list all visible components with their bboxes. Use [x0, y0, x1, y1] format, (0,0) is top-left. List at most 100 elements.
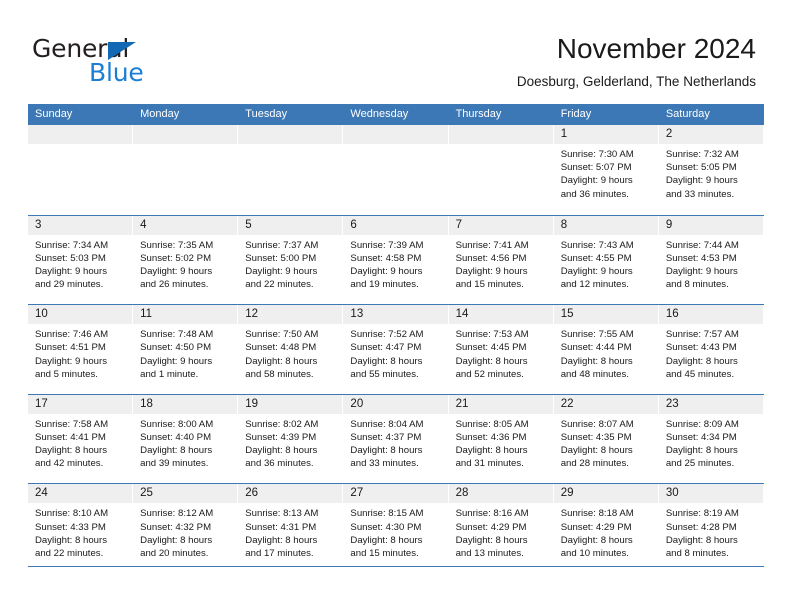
day-detail-line: Daylight: 9 hours	[140, 355, 213, 367]
day-detail-line: Daylight: 8 hours	[560, 445, 633, 457]
day-detail-line: Sunrise: 7:34 AM	[35, 239, 109, 251]
day-cell-14[interactable]: 14 Sunrise: 7:53 AM Sunset: 4:45 PM Dayligh…	[448, 305, 554, 394]
day-details	[449, 144, 554, 148]
day-number-band: 28	[448, 484, 554, 504]
day-number: 26	[245, 487, 259, 500]
day-detail-line: Sunrise: 7:39 AM	[350, 239, 424, 251]
day-detail-line: Sunrise: 8:12 AM	[140, 508, 214, 520]
day-number-band	[448, 125, 554, 144]
day-cell-3[interactable]: 3 Sunrise: 7:34 AM Sunset: 5:03 PM Daylight…	[28, 215, 134, 305]
calendar-weeks: 1 Sunrise: 7:30 AM Sunset: 5:07 PM Daylight…	[28, 125, 764, 573]
day-details: Sunrise: 8:00 AM Sunset: 4:40 PM Daylight:…	[133, 414, 238, 471]
day-number-band: 7	[448, 215, 554, 235]
day-detail-line: Daylight: 9 hours	[35, 355, 107, 367]
day-number-band: 14	[448, 305, 554, 325]
day-cell-12[interactable]: 12 Sunrise: 7:50 AM Sunset: 4:48 PM Dayligh…	[238, 305, 344, 394]
day-detail-line: Daylight: 8 hours	[455, 445, 528, 457]
day-details: Sunrise: 8:19 AM Sunset: 4:28 PM Daylight:…	[659, 503, 764, 560]
day-cell-27[interactable]: 27 Sunrise: 8:15 AM Sunset: 4:30 PM Dayligh…	[343, 484, 449, 573]
day-detail-line: and 33 minutes.	[350, 458, 419, 470]
day-number: 19	[245, 397, 259, 410]
day-detail-line: and 8 minutes.	[665, 279, 729, 291]
day-cell-19[interactable]: 19 Sunrise: 8:02 AM Sunset: 4:39 PM Dayligh…	[238, 394, 344, 484]
day-number-band	[28, 125, 134, 144]
day-cell-30[interactable]: 30 Sunrise: 8:19 AM Sunset: 4:28 PM Dayligh…	[658, 484, 764, 573]
weekday-header-tuesday: Tuesday	[245, 108, 288, 120]
day-number-band: 6	[343, 215, 449, 235]
day-details: Sunrise: 8:09 AM Sunset: 4:34 PM Daylight:…	[659, 414, 764, 471]
day-cell-23[interactable]: 23 Sunrise: 8:09 AM Sunset: 4:34 PM Dayligh…	[658, 394, 764, 484]
day-cell-15[interactable]: 15 Sunrise: 7:55 AM Sunset: 4:44 PM Dayligh…	[553, 305, 659, 394]
day-cell-17[interactable]: 17 Sunrise: 7:58 AM Sunset: 4:41 PM Dayligh…	[28, 394, 134, 484]
day-cell-16[interactable]: 16 Sunrise: 7:57 AM Sunset: 4:43 PM Dayligh…	[658, 305, 764, 394]
day-detail-line: Daylight: 9 hours	[140, 266, 213, 277]
day-number-band: 9	[658, 215, 764, 235]
day-number-band: 26	[238, 484, 344, 504]
day-detail-line: Sunset: 4:44 PM	[560, 342, 632, 354]
day-detail-line: and 13 minutes.	[455, 547, 524, 559]
day-number: 4	[140, 218, 147, 231]
day-detail-line: Sunrise: 7:35 AM	[140, 239, 214, 251]
day-detail-line: Daylight: 8 hours	[350, 355, 423, 367]
day-detail-line: and 31 minutes.	[455, 458, 524, 470]
day-number: 29	[560, 487, 574, 500]
day-detail-line: Sunrise: 7:30 AM	[560, 149, 634, 160]
day-detail-line: Sunrise: 7:52 AM	[350, 329, 424, 341]
day-detail-line: Sunrise: 7:43 AM	[560, 239, 634, 251]
day-detail-line: Sunset: 4:29 PM	[560, 521, 632, 533]
day-number: 1	[560, 128, 568, 140]
day-detail-line: Sunrise: 7:48 AM	[140, 329, 214, 341]
day-details: Sunrise: 7:58 AM Sunset: 4:41 PM Daylight:…	[28, 414, 133, 471]
day-number: 10	[35, 308, 48, 321]
day-cell-7[interactable]: 7 Sunrise: 7:41 AM Sunset: 4:56 PM Daylight…	[448, 215, 554, 305]
day-cell-empty	[343, 125, 449, 215]
day-cell-2[interactable]: 2 Sunrise: 7:32 AM Sunset: 5:05 PM Daylight…	[658, 125, 764, 215]
day-detail-line: Daylight: 9 hours	[245, 266, 318, 277]
day-number: 7	[455, 218, 462, 231]
day-cell-11[interactable]: 11 Sunrise: 7:48 AM Sunset: 4:50 PM Dayligh…	[133, 305, 239, 394]
day-detail-line: Sunset: 4:41 PM	[35, 431, 106, 443]
day-cell-empty	[28, 125, 134, 215]
day-number-band: 5	[238, 215, 344, 235]
day-detail-line: Daylight: 8 hours	[560, 534, 633, 546]
day-cell-13[interactable]: 13 Sunrise: 7:52 AM Sunset: 4:47 PM Dayligh…	[343, 305, 449, 394]
general-blue-logo[interactable]: General Blue	[32, 34, 232, 90]
day-number-band: 12	[238, 305, 344, 325]
day-cell-4[interactable]: 4 Sunrise: 7:35 AM Sunset: 5:02 PM Daylight…	[133, 215, 239, 305]
day-detail-line: Sunset: 4:28 PM	[665, 521, 737, 533]
day-cell-1[interactable]: 1 Sunrise: 7:30 AM Sunset: 5:07 PM Daylight…	[553, 125, 659, 215]
logo-secondary-text: Blue	[89, 58, 144, 87]
day-cell-20[interactable]: 20 Sunrise: 8:04 AM Sunset: 4:37 PM Dayligh…	[343, 394, 449, 484]
day-cell-21[interactable]: 21 Sunrise: 8:05 AM Sunset: 4:36 PM Dayligh…	[448, 394, 554, 484]
day-detail-line: and 17 minutes.	[245, 547, 314, 559]
day-cell-5[interactable]: 5 Sunrise: 7:37 AM Sunset: 5:00 PM Daylight…	[238, 215, 344, 305]
day-cell-9[interactable]: 9 Sunrise: 7:44 AM Sunset: 4:53 PM Daylight…	[658, 215, 764, 305]
day-cell-8[interactable]: 8 Sunrise: 7:43 AM Sunset: 4:55 PM Daylight…	[553, 215, 659, 305]
day-cell-26[interactable]: 26 Sunrise: 8:13 AM Sunset: 4:31 PM Dayligh…	[238, 484, 344, 573]
day-cell-28[interactable]: 28 Sunrise: 8:16 AM Sunset: 4:29 PM Dayligh…	[448, 484, 554, 573]
day-cell-29[interactable]: 29 Sunrise: 8:18 AM Sunset: 4:29 PM Dayligh…	[553, 484, 659, 573]
day-cell-empty	[133, 125, 239, 215]
calendar-week-row: 10 Sunrise: 7:46 AM Sunset: 4:51 PM Dayligh…	[28, 304, 764, 394]
day-detail-line: Daylight: 9 hours	[665, 266, 738, 277]
day-cell-24[interactable]: 24 Sunrise: 8:10 AM Sunset: 4:33 PM Dayligh…	[28, 484, 134, 573]
day-cell-10[interactable]: 10 Sunrise: 7:46 AM Sunset: 4:51 PM Dayligh…	[28, 305, 134, 394]
day-detail-line: and 45 minutes.	[665, 368, 735, 380]
day-cell-18[interactable]: 18 Sunrise: 8:00 AM Sunset: 4:40 PM Dayligh…	[133, 394, 239, 484]
day-detail-line: Sunrise: 8:07 AM	[560, 418, 634, 430]
day-detail-line: Daylight: 8 hours	[140, 534, 213, 546]
day-detail-line: Daylight: 8 hours	[560, 355, 633, 367]
day-detail-line: Daylight: 8 hours	[140, 445, 213, 457]
day-detail-line: Sunrise: 8:05 AM	[455, 418, 529, 430]
day-cell-22[interactable]: 22 Sunrise: 8:07 AM Sunset: 4:35 PM Dayligh…	[553, 394, 659, 484]
page-header: General Blue November 2024 Doesburg, Gel…	[0, 0, 792, 104]
day-detail-line: Daylight: 8 hours	[245, 445, 318, 457]
day-cell-6[interactable]: 6 Sunrise: 7:39 AM Sunset: 4:58 PM Daylight…	[343, 215, 449, 305]
day-cell-25[interactable]: 25 Sunrise: 8:12 AM Sunset: 4:32 PM Dayligh…	[133, 484, 239, 573]
day-number: 21	[455, 397, 469, 410]
day-number: 13	[350, 308, 364, 321]
day-detail-line: Sunset: 4:35 PM	[560, 431, 632, 443]
day-details: Sunrise: 7:30 AM Sunset: 5:07 PM Daylight:…	[554, 144, 659, 201]
day-detail-line: and 1 minute.	[140, 368, 199, 380]
day-number-band: 16	[658, 305, 764, 325]
